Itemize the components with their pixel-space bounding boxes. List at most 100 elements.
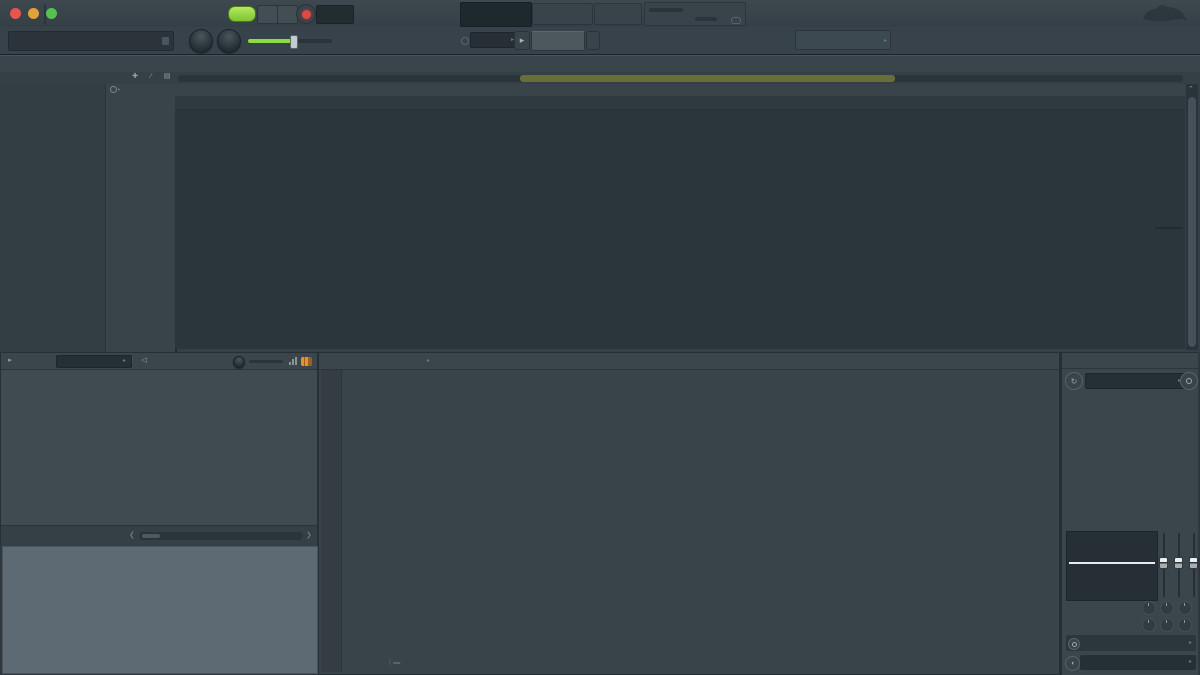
empty-dock-panel: [2, 546, 318, 674]
master-volume-knob[interactable]: [217, 29, 241, 53]
playlist-scroll-row: ✚ ∕ ▤: [0, 72, 1200, 84]
eq-curve: [1069, 562, 1155, 564]
hint-panel-1: [532, 3, 593, 25]
swing-slider[interactable]: [249, 360, 283, 363]
record-icon: [301, 9, 311, 19]
pattern-add-icon[interactable]: [586, 31, 600, 50]
hscroll-handle[interactable]: [520, 75, 895, 82]
eq-band2-handle[interactable]: [1174, 557, 1183, 569]
clip-source-list: [0, 84, 106, 352]
channel-rack-window: ▸ ▸ ⋮ ◁ ❮ ❯: [0, 352, 318, 547]
rack-hscrollbar[interactable]: [139, 532, 303, 540]
play-button[interactable]: [257, 5, 278, 24]
output-icon: ◖: [1065, 656, 1080, 671]
playlist-hscrollbar[interactable]: [178, 75, 1183, 82]
mixer-window: ▸ ( ▬: [318, 352, 1060, 675]
window-close-light[interactable]: [10, 8, 21, 19]
mixer-master-panel: ↻ ▸ ▸ ◖ ▸: [1060, 352, 1198, 675]
rack-scroll-handle[interactable]: [142, 534, 160, 538]
eq-graph[interactable]: [1066, 531, 1158, 601]
volume-thumb[interactable]: [290, 35, 298, 49]
tempo-display[interactable]: [316, 5, 354, 24]
send-clock-icon: [1068, 638, 1080, 650]
output-row[interactable]: ◖ ▸: [1064, 654, 1198, 671]
channel-group-selector[interactable]: ▸: [56, 355, 132, 368]
track-header[interactable]: ▸: [106, 84, 177, 352]
eq-width1-knob[interactable]: [1142, 618, 1156, 632]
menu-bar: [44, 4, 46, 25]
eq-band1-handle[interactable]: [1159, 557, 1168, 569]
stop-button[interactable]: [277, 5, 298, 24]
hint-icon: [162, 37, 169, 45]
mini-arrow-icon: ▸: [118, 86, 121, 92]
volume-fill: [248, 39, 292, 43]
step-grid-icon[interactable]: [301, 357, 312, 366]
master-pitch-knob[interactable]: [189, 29, 213, 53]
mem-meter: [695, 17, 717, 21]
breadcrumb-sep2: [178, 60, 186, 69]
send-slot-row[interactable]: ▸: [1066, 635, 1196, 651]
mixer-left-rail: [321, 370, 342, 672]
vscroll-handle[interactable]: [1188, 97, 1196, 347]
graph-editor-icon[interactable]: [289, 357, 297, 365]
cpu-memory-panel: [644, 2, 746, 26]
hint-panel-2: [594, 3, 642, 25]
eq-band3-handle[interactable]: [1189, 557, 1198, 569]
plugin-cycle-icon[interactable]: ↻: [1065, 372, 1083, 390]
clip-mini-controls: ▸: [110, 86, 121, 93]
slope-icon[interactable]: ∕: [144, 69, 158, 85]
mem-pill: [731, 17, 741, 24]
scroll-left-icon[interactable]: ❮: [129, 531, 135, 539]
eq-width3-knob[interactable]: [1178, 618, 1192, 632]
layout-arrow-icon: ▸: [427, 358, 431, 364]
slot-clock-icon[interactable]: [1180, 372, 1198, 390]
audio-clip-waveform[interactable]: [175, 109, 1185, 349]
top-slot-selector[interactable]: ▸: [1085, 373, 1187, 389]
secondary-toolbar: ▸ ▸ ▸: [0, 27, 1200, 56]
main-toolbar: [0, 0, 1200, 28]
send-arrow-icon: ▸: [1188, 640, 1192, 646]
channel-rack-header: ▸ ▸ ⋮ ◁: [1, 353, 317, 370]
grid-icon[interactable]: ▤: [160, 69, 174, 85]
eq-freq2-knob[interactable]: [1160, 601, 1174, 615]
record-button[interactable]: [296, 4, 316, 24]
waveform-svg: [175, 109, 1185, 349]
divider-dots: ⋮: [129, 357, 136, 364]
pattern-prev-icon[interactable]: ▸: [514, 31, 530, 50]
fl-mouse-logo: [1143, 4, 1187, 22]
hint-bar: [8, 31, 174, 51]
pattern-selector[interactable]: [531, 31, 585, 51]
mini-knob[interactable]: [110, 86, 117, 93]
scale-icon[interactable]: ✚: [128, 69, 142, 85]
breadcrumb-sep: [170, 60, 178, 69]
fl-studio-screen: ▸ ▸ ▸ ✚ ∕ ▤ ▸ ⌃ ▸ ▸ ⋮ ◁ ❮ ❯ ▸ (▬ ↻ ▸ ◖ …: [0, 0, 1200, 675]
window-minimize-light[interactable]: [28, 8, 39, 19]
window-zoom-light[interactable]: [46, 8, 57, 19]
rack-bottom-bar: ❮ ❯: [1, 525, 317, 547]
eq-freq3-knob[interactable]: [1178, 601, 1192, 615]
snap-selector[interactable]: ▸: [470, 32, 520, 48]
mixer-header: ▸: [319, 353, 1059, 370]
scroll-right-icon[interactable]: ❯: [306, 531, 312, 539]
playlist-vscrollbar[interactable]: ⌃: [1186, 84, 1198, 350]
playlist-window: ✚ ∕ ▤ ▸ ⌃: [0, 55, 1200, 352]
status-dot: [461, 37, 469, 45]
mixer-hscroll-fragment[interactable]: ( ▬: [389, 659, 400, 666]
output-arrow-icon: ▸: [1188, 659, 1192, 665]
rack-menu-icon[interactable]: ▸: [3, 353, 17, 369]
song-mode-switch[interactable]: [228, 6, 256, 22]
clip-lane[interactable]: [175, 96, 1185, 109]
mixer-panel-titlebar: [1062, 353, 1198, 369]
main-volume-slider[interactable]: [248, 35, 332, 49]
waveform-tail-line: [1155, 227, 1183, 229]
swing-knob[interactable]: [233, 356, 245, 368]
eq-width2-knob[interactable]: [1160, 618, 1174, 632]
fl-version-panel[interactable]: ▸: [795, 30, 891, 50]
time-display[interactable]: [460, 2, 532, 27]
rack-speaker-icon: ◁: [141, 357, 147, 364]
eq-freq1-knob[interactable]: [1142, 601, 1156, 615]
cpu-meter: [649, 8, 683, 12]
scroll-up-icon[interactable]: ⌃: [1188, 85, 1194, 93]
fl-arrow-icon: ▸: [883, 38, 887, 44]
output-selector[interactable]: ▸: [1080, 655, 1196, 670]
